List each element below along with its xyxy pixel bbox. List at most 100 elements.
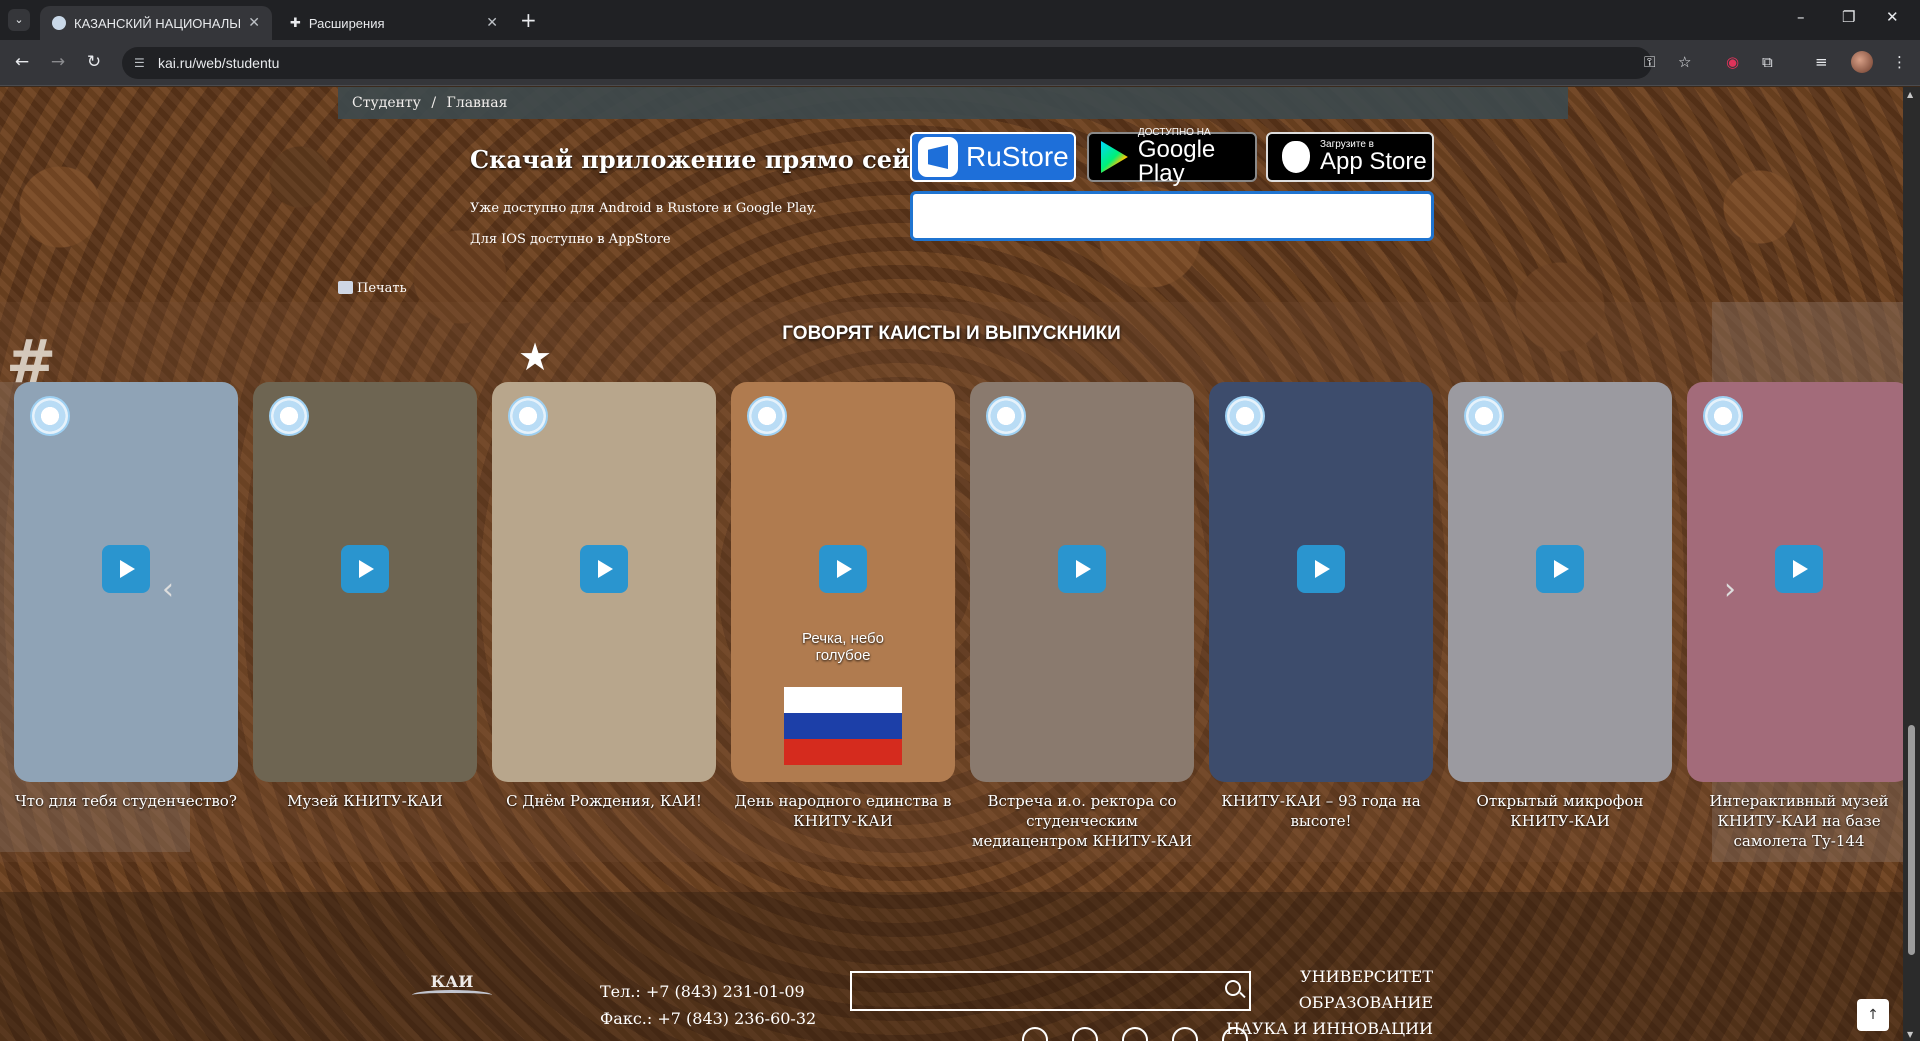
- play-button-icon[interactable]: [1297, 545, 1345, 593]
- video-card[interactable]: Речка, небо голубое: [731, 382, 955, 782]
- video-card[interactable]: [970, 382, 1194, 782]
- rustore-button[interactable]: RuStore: [910, 132, 1076, 182]
- footer-nav-university[interactable]: УНИВЕРСИТЕТ: [1300, 967, 1433, 986]
- play-button-icon[interactable]: [580, 545, 628, 593]
- google-play-icon: [1101, 141, 1128, 173]
- search-icon[interactable]: [1225, 980, 1241, 996]
- address-bar[interactable]: ☰ kai.ru/web/studentu: [122, 47, 1652, 79]
- play-button-icon[interactable]: [1775, 545, 1823, 593]
- video-card[interactable]: [1687, 382, 1903, 782]
- scrollbar-thumb[interactable]: [1908, 725, 1915, 955]
- tab-extensions[interactable]: ✚ Расширения ✕: [278, 6, 510, 40]
- footer-nav-education[interactable]: ОБРАЗОВАНИЕ: [1299, 993, 1433, 1012]
- breadcrumb-separator: /: [431, 95, 437, 111]
- video-caption[interactable]: Встреча и.о. ректора со студенческим мед…: [970, 791, 1194, 851]
- page-content: Студенту / Главная Скачай приложение пря…: [0, 87, 1903, 1041]
- site-info-icon[interactable]: ☰: [134, 47, 145, 79]
- breadcrumb: Студенту / Главная: [338, 87, 1568, 119]
- channel-avatar: [269, 396, 309, 436]
- section-title: ГОВОРЯТ КАИСТЫ И ВЫПУСКНИКИ: [782, 323, 1121, 344]
- print-label: Печать: [357, 281, 407, 296]
- record-icon[interactable]: ◉: [1726, 53, 1739, 71]
- video-caption[interactable]: Интерактивный музей КНИТУ-КАИ на базе са…: [1687, 791, 1903, 851]
- channel-avatar: [1464, 396, 1504, 436]
- key-icon[interactable]: ⚿: [1644, 53, 1655, 71]
- close-window-button[interactable]: ✕: [1886, 8, 1899, 26]
- video-card[interactable]: [492, 382, 716, 782]
- app-promo-input[interactable]: [910, 191, 1434, 241]
- google-play-button[interactable]: ДОСТУПНО НА Google Play: [1087, 128, 1257, 186]
- app-store-button[interactable]: Загрузите в App Store: [1266, 132, 1434, 182]
- tab-strip: ⌄ КАЗАНСКИЙ НАЦИОНАЛЬНЫЙ ✕ ✚ Расширения …: [0, 0, 1920, 40]
- video-card[interactable]: [253, 382, 477, 782]
- video-caption[interactable]: Что для тебя студенчество?: [14, 791, 238, 811]
- play-button-icon[interactable]: [819, 545, 867, 593]
- menu-icon[interactable]: ⋮: [1892, 53, 1907, 71]
- tab-title: КАЗАНСКИЙ НАЦИОНАЛЬНЫЙ: [74, 15, 240, 31]
- star-icon[interactable]: ☆: [1678, 53, 1691, 71]
- forward-icon[interactable]: →: [46, 52, 70, 72]
- close-tab-icon[interactable]: ✕: [248, 15, 260, 31]
- carousel-prev-icon[interactable]: ‹: [162, 572, 174, 607]
- print-link[interactable]: Печать: [338, 281, 407, 296]
- minimize-button[interactable]: –: [1797, 8, 1805, 26]
- tab-title: Расширения: [308, 15, 385, 31]
- play-button-icon[interactable]: [1536, 545, 1584, 593]
- footer-phone: Тел.: +7 (843) 231-01-09: [600, 982, 805, 1001]
- reading-list-icon[interactable]: ≡: [1815, 53, 1828, 71]
- channel-avatar: [747, 396, 787, 436]
- video-card[interactable]: [14, 382, 238, 782]
- logo-wings-icon: [412, 990, 492, 1000]
- new-tab-button[interactable]: +: [520, 10, 537, 30]
- app-promo-android: Уже доступно для Android в Rustore и Goo…: [470, 201, 817, 216]
- browser-toolbar: ← → ↻ ☰ kai.ru/web/studentu ⚿ ☆ ◉ ⧉ ≡ ⋮: [0, 40, 1920, 86]
- google-play-label: Google Play: [1137, 136, 1216, 187]
- rustore-logo-icon: [918, 137, 958, 177]
- video-card[interactable]: [1448, 382, 1672, 782]
- play-button-icon[interactable]: [102, 545, 150, 593]
- favicon-icon: [52, 16, 66, 30]
- channel-avatar: [30, 396, 70, 436]
- rustore-label: RuStore: [966, 141, 1069, 172]
- video-caption[interactable]: День народного единства в КНИТУ-КАИ: [731, 791, 955, 831]
- carousel-next-icon[interactable]: ›: [1724, 572, 1736, 607]
- play-button-icon[interactable]: [1058, 545, 1106, 593]
- russian-flag-icon: [784, 687, 902, 765]
- footer-search-input[interactable]: [850, 971, 1251, 1011]
- extensions-icon[interactable]: ⧉: [1762, 53, 1773, 71]
- footer-nav-science[interactable]: НАУКА И ИННОВАЦИИ: [1226, 1019, 1433, 1038]
- kai-logo[interactable]: КАИ: [412, 972, 492, 1022]
- video-caption[interactable]: КНИТУ-КАИ – 93 года на высоте!: [1209, 791, 1433, 831]
- video-caption[interactable]: С Днём Рождения, КАИ!: [492, 791, 716, 811]
- logo-text: КАИ: [430, 972, 474, 991]
- app-store-label: App Store: [1320, 148, 1427, 175]
- scroll-up-icon[interactable]: ▲: [1907, 90, 1913, 99]
- scroll-down-icon[interactable]: ▼: [1907, 1030, 1913, 1039]
- app-promo-title: Скачай приложение прямо сейчас: [470, 145, 958, 174]
- close-tab-icon[interactable]: ✕: [486, 15, 498, 31]
- video-overlay-text: Речка, небо голубое: [802, 630, 884, 664]
- footer-fax: Факс.: +7 (843) 236-60-32: [600, 1009, 817, 1028]
- url-text: kai.ru/web/studentu: [158, 55, 280, 71]
- video-caption[interactable]: Открытый микрофон КНИТУ-КАИ: [1448, 791, 1672, 831]
- back-to-top-button[interactable]: ↑: [1857, 999, 1889, 1031]
- apple-icon: [1282, 141, 1310, 173]
- back-icon[interactable]: ←: [10, 52, 34, 72]
- channel-avatar: [508, 396, 548, 436]
- app-promo-ios: Для IOS доступно в AppStore: [470, 232, 671, 247]
- channel-avatar: [1225, 396, 1265, 436]
- profile-avatar[interactable]: [1851, 51, 1873, 73]
- tab-search-button[interactable]: ⌄: [8, 9, 30, 31]
- printer-icon: [338, 281, 353, 294]
- video-card[interactable]: [1209, 382, 1433, 782]
- tab-kai[interactable]: КАЗАНСКИЙ НАЦИОНАЛЬНЫЙ ✕: [40, 6, 272, 40]
- video-caption[interactable]: Музей КНИТУ-КАИ: [253, 791, 477, 811]
- breadcrumb-link-studentu[interactable]: Студенту: [352, 95, 421, 111]
- channel-avatar: [986, 396, 1026, 436]
- footer: [0, 892, 1903, 1041]
- restore-button[interactable]: ❐: [1842, 8, 1855, 26]
- channel-avatar: [1703, 396, 1743, 436]
- play-button-icon[interactable]: [341, 545, 389, 593]
- reload-icon[interactable]: ↻: [82, 52, 106, 72]
- breadcrumb-current: Главная: [446, 95, 508, 111]
